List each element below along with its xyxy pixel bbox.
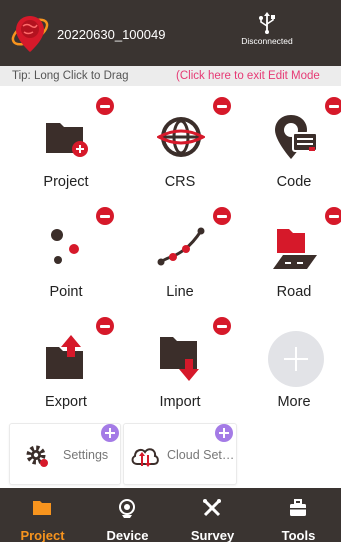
code-map-pin-icon [275,115,318,159]
bottom-tab-bar: Project Device Survey Tools [0,488,341,542]
connection-status-label: Disconnected [241,36,293,46]
tab-project[interactable]: Project [0,488,85,542]
export-icon [46,335,83,379]
remove-project-button[interactable] [96,97,114,115]
grid-item-code[interactable]: Code [249,101,339,211]
survey-icon [203,499,221,517]
grid-item-export[interactable]: Export [21,321,111,431]
top-bar: 20220630_100049 Disconnected [0,0,341,66]
project-name: 20220630_100049 [57,27,166,42]
connection-status[interactable]: Disconnected [234,12,300,56]
point-icon [51,229,79,264]
usb-icon [259,12,275,34]
grid-item-label: Road [276,284,312,300]
grid-item-import[interactable]: Import [135,321,225,431]
grid-item-crs[interactable]: CRS [135,101,225,211]
tab-device[interactable]: Device [85,488,170,542]
project-folder-icon [46,123,88,157]
grid-item-label: Import [159,394,201,410]
add-settings-button[interactable] [101,424,119,442]
extra-item-label: Cloud Set… [167,448,235,462]
plus-icon [268,331,324,387]
tab-survey[interactable]: Survey [170,488,255,542]
remove-import-button[interactable] [213,317,231,335]
exit-edit-mode-link[interactable]: (Click here to exit Edit Mode [176,66,320,86]
grid-item-label: Code [276,174,312,190]
drag-tip: Tip: Long Click to Drag [12,70,129,82]
tab-label: Tools [281,528,316,542]
grid-item-label: CRS [164,174,196,190]
add-cloud-settings-button[interactable] [215,424,233,442]
grid-item-line[interactable]: Line [135,211,225,321]
road-icon [273,229,317,269]
toolbox-icon [290,499,306,516]
grid-item-road[interactable]: Road [249,211,339,321]
import-icon [160,337,199,381]
grid-item-label: Project [43,174,89,190]
tip-bar: Tip: Long Click to Drag (Click here to e… [0,66,341,86]
folder-icon [33,501,51,515]
tab-label: Survey [190,528,235,542]
grid-item-point[interactable]: Point [21,211,111,321]
remove-export-button[interactable] [96,317,114,335]
grid-item-label: More [277,394,311,410]
remove-line-button[interactable] [213,207,231,225]
remove-point-button[interactable] [96,207,114,225]
settings-gear-icon [26,445,48,467]
tab-label: Project [20,528,65,542]
grid-item-label: Export [45,394,87,410]
tab-label: Device [106,528,149,542]
extra-item-label: Settings [63,448,109,462]
grid-item-label: Line [166,284,194,300]
tab-tools[interactable]: Tools [256,488,341,542]
grid-item-label: Point [49,284,83,300]
line-icon [157,227,205,266]
grid-item-project[interactable]: Project [21,101,111,211]
remove-crs-button[interactable] [213,97,231,115]
grid-item-more[interactable]: More [249,321,339,431]
remove-code-button[interactable] [325,97,341,115]
cloud-settings-icon [131,448,159,467]
crs-globe-icon [157,117,205,157]
app-logo-icon[interactable] [10,12,50,56]
remove-road-button[interactable] [325,207,341,225]
device-icon [119,499,135,518]
